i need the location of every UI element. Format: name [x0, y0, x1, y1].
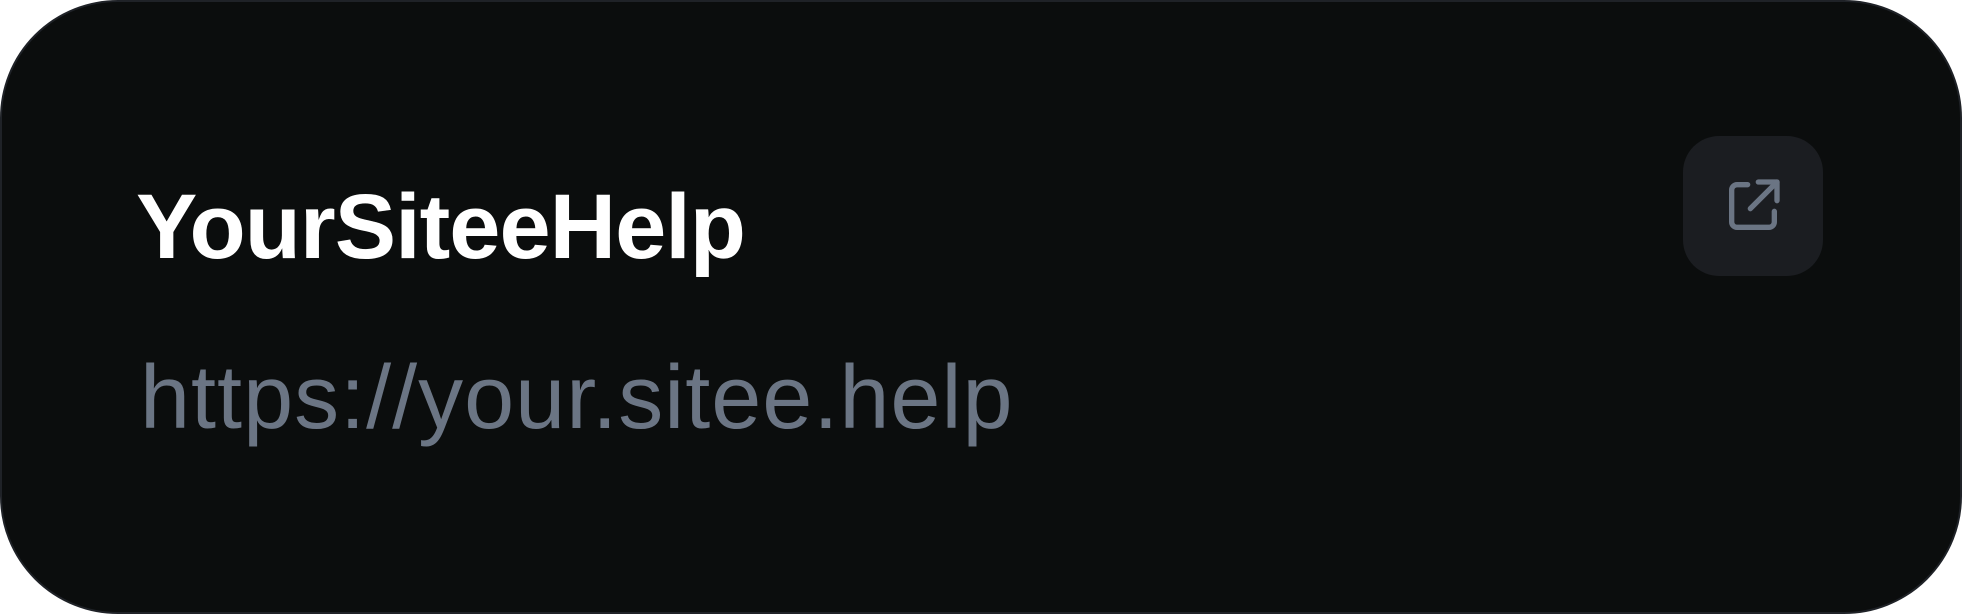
site-url: https://your.sitee.help — [140, 348, 1014, 448]
open-site-button[interactable] — [1683, 136, 1823, 276]
site-card: YourSiteeHelp https://your.sitee.help — [0, 0, 1962, 614]
external-link-icon — [1721, 174, 1785, 238]
site-title: YourSiteeHelp — [136, 176, 746, 278]
